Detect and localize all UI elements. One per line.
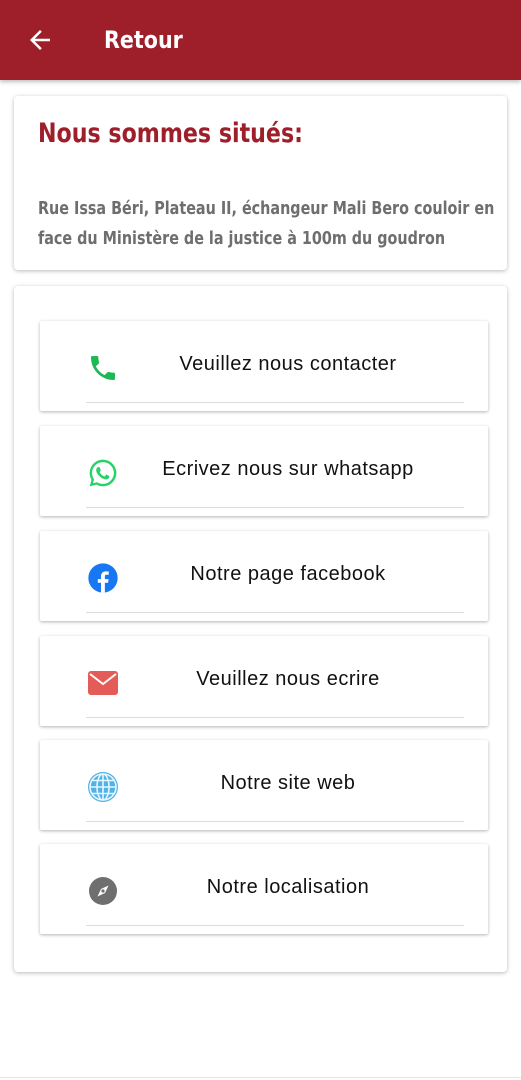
address-heading: Nous sommes situés: xyxy=(38,118,303,149)
app-bar: Retour xyxy=(0,0,521,80)
divider xyxy=(86,717,464,718)
arrow-left-icon xyxy=(30,30,50,50)
divider xyxy=(86,402,464,403)
address-text: Rue Issa Béri, Plateau II, échangeur Mal… xyxy=(38,199,495,249)
page-title: Retour xyxy=(104,26,183,54)
contact-location-label: Notre localisation xyxy=(206,876,370,898)
contact-phone-item[interactable]: Veuillez nous contacter xyxy=(40,321,488,411)
contact-facebook-item[interactable]: Notre page facebook xyxy=(40,531,488,621)
contact-links-card: Veuillez nous contacter Ecrivez nous sur… xyxy=(14,286,507,972)
contact-location-item[interactable]: Notre localisation xyxy=(40,844,488,934)
divider xyxy=(0,1077,521,1078)
contact-facebook-label: Notre page facebook xyxy=(190,563,386,585)
contact-whatsapp-label: Ecrivez nous sur whatsapp xyxy=(162,458,414,480)
contact-email-label: Veuillez nous ecrire xyxy=(196,668,380,690)
divider xyxy=(86,612,464,613)
contact-whatsapp-item[interactable]: Ecrivez nous sur whatsapp xyxy=(40,426,488,516)
contact-email-item[interactable]: Veuillez nous ecrire xyxy=(40,636,488,726)
back-button[interactable] xyxy=(22,22,58,58)
contact-phone-label: Veuillez nous contacter xyxy=(179,353,397,375)
address-card: Nous sommes situés: Rue Issa Béri, Plate… xyxy=(14,96,507,270)
divider xyxy=(86,821,464,822)
contact-website-label: Notre site web xyxy=(220,772,356,794)
contact-website-item[interactable]: Notre site web xyxy=(40,740,488,830)
divider xyxy=(86,507,464,508)
divider xyxy=(86,925,464,926)
